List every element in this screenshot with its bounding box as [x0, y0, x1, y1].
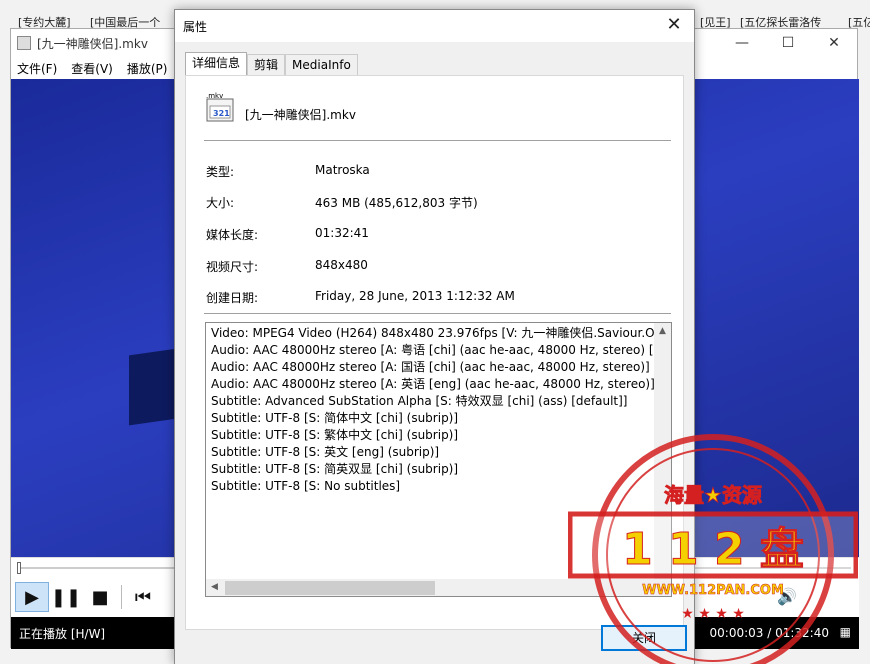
tab-clip[interactable]: 剪辑	[247, 54, 286, 76]
stream-list: Video: MPEG4 Video (H264) 848x480 23.976…	[211, 325, 656, 495]
mkv-file-icon: 321 .mkv	[206, 92, 234, 122]
stream-line: Audio: AAC 48000Hz stereo [A: 英语 [eng] (…	[211, 377, 655, 391]
stream-line: Subtitle: UTF-8 [S: No subtitles]	[211, 479, 401, 493]
svg-text:321: 321	[213, 109, 230, 118]
stream-line: Subtitle: UTF-8 [S: 简体中文 [chi] (subrip)]	[211, 411, 459, 425]
menu-file[interactable]: 文件(F)	[17, 60, 57, 77]
vertical-scrollbar[interactable]: ▲	[654, 323, 671, 581]
file-name: [九一神雕侠侣].mkv	[245, 108, 356, 122]
menu-view[interactable]: 查看(V)	[71, 60, 113, 77]
minimize-icon[interactable]: —	[719, 29, 765, 57]
app-icon	[17, 36, 31, 50]
prop-duration-label: 媒体长度:	[206, 228, 259, 242]
properties-dialog: 属性 ✕ 详细信息 剪辑 MediaInfo 321 .mkv [九一神雕侠侣]…	[174, 9, 695, 664]
stop-icon[interactable]: ■	[83, 582, 117, 612]
prop-created-value: Friday, 28 June, 2013 1:12:32 AM	[315, 289, 515, 303]
divider	[121, 585, 122, 609]
time-display: 00:00:03 / 01:32:40	[709, 626, 829, 640]
stream-line: Video: MPEG4 Video (H264) 848x480 23.976…	[211, 326, 656, 340]
divider	[204, 313, 671, 314]
tab-details[interactable]: 详细信息	[185, 52, 248, 76]
prop-size-label: 大小:	[206, 196, 235, 210]
play-icon[interactable]: ▶	[15, 582, 49, 612]
window-controls: — ☐ ✕	[719, 29, 857, 57]
status-text: 正在播放 [H/W]	[19, 626, 106, 641]
scroll-left-icon[interactable]: ◀	[206, 579, 223, 596]
prop-size-value: 463 MB (485,612,803 字节)	[315, 196, 478, 210]
prop-created-label: 创建日期:	[206, 291, 259, 305]
close-icon[interactable]: ✕	[662, 14, 686, 38]
maximize-icon[interactable]: ☐	[765, 29, 811, 57]
tab-strip: 详细信息 剪辑 MediaInfo	[185, 52, 358, 76]
prop-type-value: Matroska	[315, 163, 370, 177]
prop-dimensions-value: 848x480	[315, 258, 368, 272]
stream-line: Subtitle: UTF-8 [S: 英文 [eng] (subrip)]	[211, 445, 440, 459]
previous-icon[interactable]: ⏮	[126, 582, 160, 612]
prop-duration-value: 01:32:41	[315, 226, 369, 240]
player-title: [九一神雕侠侣].mkv	[37, 36, 148, 51]
dialog-title: 属性	[183, 19, 208, 34]
stream-line: Subtitle: UTF-8 [S: 简英双显 [chi] (subrip)]	[211, 462, 459, 476]
volume-icon[interactable]: 🔊	[777, 587, 797, 606]
seek-thumb[interactable]	[17, 562, 21, 574]
close-button[interactable]: 关闭	[601, 625, 687, 651]
menu-play[interactable]: 播放(P)	[127, 60, 168, 77]
divider	[204, 140, 671, 141]
streams-textbox[interactable]: Video: MPEG4 Video (H264) 848x480 23.976…	[205, 322, 672, 597]
stream-line: Audio: AAC 48000Hz stereo [A: 国语 [chi] (…	[211, 360, 650, 374]
scroll-up-icon[interactable]: ▲	[654, 323, 671, 340]
horizontal-scrollbar[interactable]: ◀	[206, 579, 671, 596]
scroll-thumb[interactable]	[225, 580, 435, 595]
prop-dimensions-label: 视频尺寸:	[206, 260, 259, 274]
file-icon-label: .mkv	[206, 92, 223, 100]
stream-line: Subtitle: Advanced SubStation Alpha [S: …	[211, 394, 628, 408]
prop-type-label: 类型:	[206, 165, 235, 179]
close-icon[interactable]: ✕	[811, 29, 857, 57]
details-panel: 321 .mkv [九一神雕侠侣].mkv 类型: Matroska 大小: 4…	[185, 75, 684, 630]
tab-mediainfo[interactable]: MediaInfo	[285, 54, 358, 76]
stream-line: Audio: AAC 48000Hz stereo [A: 粤语 [chi] (…	[211, 343, 656, 357]
pause-icon[interactable]: ❚❚	[49, 582, 83, 612]
stream-line: Subtitle: UTF-8 [S: 繁体中文 [chi] (subrip)]	[211, 428, 459, 442]
dialog-body: 详细信息 剪辑 MediaInfo 321 .mkv [九一神雕侠侣].mkv …	[175, 42, 694, 664]
dialog-titlebar[interactable]: 属性	[175, 10, 694, 42]
hw-decode-icon: ▦	[839, 625, 851, 639]
